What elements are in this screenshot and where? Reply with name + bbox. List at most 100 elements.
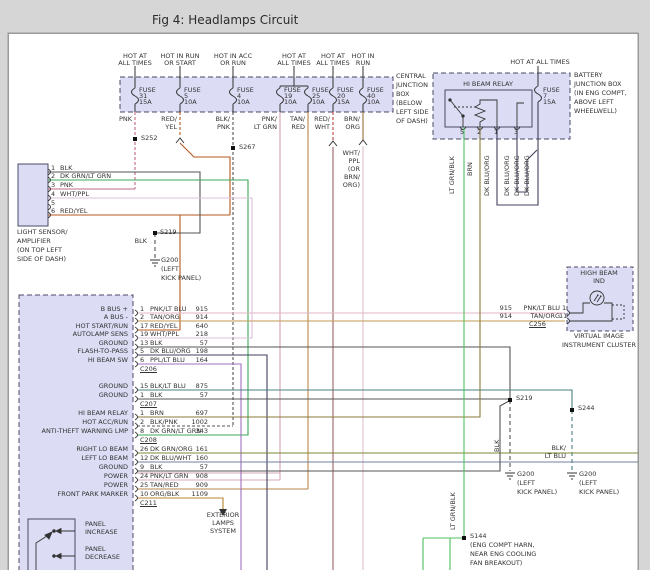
- ground-label: (LEFT: [517, 479, 535, 487]
- row-pin: 2: [140, 418, 145, 426]
- system-ref: LAMPS: [212, 519, 234, 527]
- wire-color-label: PNK: [118, 115, 132, 123]
- cjb-caption: (BELOW: [396, 99, 423, 107]
- wire-color-label: ORG): [342, 181, 360, 189]
- wire-color-label: LT BLU: [544, 452, 566, 460]
- row-circuit: 914: [195, 313, 208, 321]
- row-wire: TAN/RED: [150, 481, 179, 489]
- row-circuit: 343: [195, 427, 208, 435]
- ground-label: KICK PANEL): [517, 488, 558, 496]
- wire-color-label: BLK/: [551, 444, 566, 452]
- hot-feed-label: OR START: [164, 59, 196, 67]
- bjb-caption: JUNCTION BOX: [574, 80, 622, 88]
- wire-color-label: RED/: [161, 115, 177, 123]
- wiring-diagram-page: Fig 4: Headlamps Circuit HOT AT ALL TIME…: [0, 0, 650, 570]
- sensor-pin: 6: [51, 207, 56, 215]
- wire-color-label: DK BLU/ORG: [523, 155, 531, 196]
- row-circuit: 915: [195, 305, 208, 313]
- row-pin: 24: [140, 472, 149, 480]
- fuse-rating: 15A: [337, 98, 350, 106]
- relay-pin: 3: [514, 128, 519, 136]
- cluster-caption: INSTRUMENT CLUSTER: [561, 341, 637, 349]
- cjb-caption: OF DASH): [396, 117, 428, 125]
- row-function: GROUND: [98, 382, 128, 390]
- panel-label: PANEL: [85, 520, 106, 528]
- sensor-wire: DK GRN/LT GRN: [60, 172, 112, 180]
- splice-note: (ENG COMPT HARN,: [470, 541, 535, 549]
- wire-color-label: LT GRN: [253, 123, 277, 131]
- row-function: HI BEAM RELAY: [78, 409, 128, 417]
- hot-feed-label: RUN: [355, 59, 371, 67]
- wire-color-label: BRN: [466, 162, 474, 176]
- sensor-pin: 2: [51, 172, 56, 180]
- splice-label: S144: [470, 532, 487, 540]
- row-circuit: 161: [195, 445, 208, 453]
- row-circuit: 908: [195, 472, 208, 480]
- fuse-rating: 10A: [367, 98, 380, 106]
- fuse-rating: 10A: [237, 98, 250, 106]
- connector-label: C208: [140, 436, 157, 444]
- hot-feed-label: ALL TIMES: [277, 59, 311, 67]
- row-circuit: 164: [195, 356, 208, 364]
- fuse-rating: 15A: [543, 98, 556, 106]
- cluster-pin: 11: [559, 312, 568, 320]
- panel-label: PANEL: [85, 545, 106, 553]
- sensor-pin: 5: [51, 199, 56, 207]
- panel-label: DECREASE: [85, 553, 120, 561]
- cjb-caption: BOX: [396, 90, 410, 98]
- cluster-caption: VIRTUAL IMAGE: [573, 332, 625, 340]
- row-function: ANTI-THEFT WARNING LMP: [41, 427, 129, 435]
- connector-label: C206: [140, 365, 157, 373]
- wire-color-label: BLK/: [215, 115, 230, 123]
- row-function: HOT ACC/RUN: [82, 418, 128, 426]
- wire-color-label: LT GRN/BLK: [449, 492, 457, 530]
- row-pin: 12: [140, 454, 149, 462]
- row-pin: 15: [140, 382, 149, 390]
- splice-note: FAN BREAKOUT): [470, 559, 523, 567]
- cjb-caption: CENTRAL: [396, 72, 426, 80]
- row-pin: 10: [140, 490, 149, 498]
- system-ref: SYSTEM: [210, 527, 236, 535]
- sensor-wire: WHT/PPL: [60, 190, 89, 198]
- indicator-caption: HIGH BEAM: [580, 269, 618, 277]
- component-caption: LIGHT SENSOR/: [17, 228, 68, 236]
- relay-pin: 2: [477, 128, 482, 136]
- wire-color-label: YEL: [165, 123, 177, 131]
- ground-label: G200: [161, 256, 179, 264]
- wire-color-label: PNK: [216, 123, 230, 131]
- row-function: GROUND: [98, 463, 128, 471]
- wire-color-label: DK BLU/ORG: [483, 155, 491, 196]
- cluster-pin: 1: [562, 304, 567, 312]
- connector-label: C256: [529, 320, 546, 328]
- row-function: RIGHT LO BEAM: [76, 445, 128, 453]
- connector-label: C207: [140, 400, 157, 408]
- sensor-wire: RED/YEL: [60, 207, 88, 215]
- wire-color-label: BLK: [493, 439, 501, 452]
- fuse-rating: 10A: [284, 98, 297, 106]
- wire-color-label: DK BLU/ORG: [513, 155, 521, 196]
- ground-label: KICK PANEL): [579, 488, 620, 496]
- system-ref: EXTERIOR: [206, 511, 240, 519]
- component-caption: SIDE OF DASH): [17, 255, 67, 263]
- row-pin: 1: [140, 305, 145, 313]
- bjb-caption: WHEELWELL): [574, 107, 617, 115]
- wire-color-label: WHT/: [342, 149, 360, 157]
- cjb-caption: JUNCTION: [396, 81, 428, 89]
- row-function: FLASH-TO-PASS: [77, 347, 128, 355]
- relay-caption: HI BEAM RELAY: [463, 80, 513, 88]
- diagram-labels-layer: HOT AT ALL TIMES HOT IN RUN OR START HOT IN …: [0, 0, 650, 570]
- splice-label: S252: [141, 134, 158, 142]
- row-circuit: 198: [195, 347, 208, 355]
- relay-pin: 5: [460, 128, 465, 136]
- row-wire: ORG/BLK: [150, 490, 180, 498]
- wire-color-label: PPL: [348, 157, 360, 165]
- ground-label: KICK PANEL): [161, 274, 202, 282]
- wire-color-label: BRN/: [343, 115, 360, 123]
- row-circuit: 697: [195, 409, 208, 417]
- bjb-caption: BATTERY: [574, 71, 603, 79]
- row-pin: 9: [140, 463, 145, 471]
- row-pin: 13: [140, 339, 149, 347]
- row-function: FRONT PARK MARKER: [57, 490, 128, 498]
- row-function: GROUND: [98, 339, 128, 347]
- row-circuit: 909: [195, 481, 208, 489]
